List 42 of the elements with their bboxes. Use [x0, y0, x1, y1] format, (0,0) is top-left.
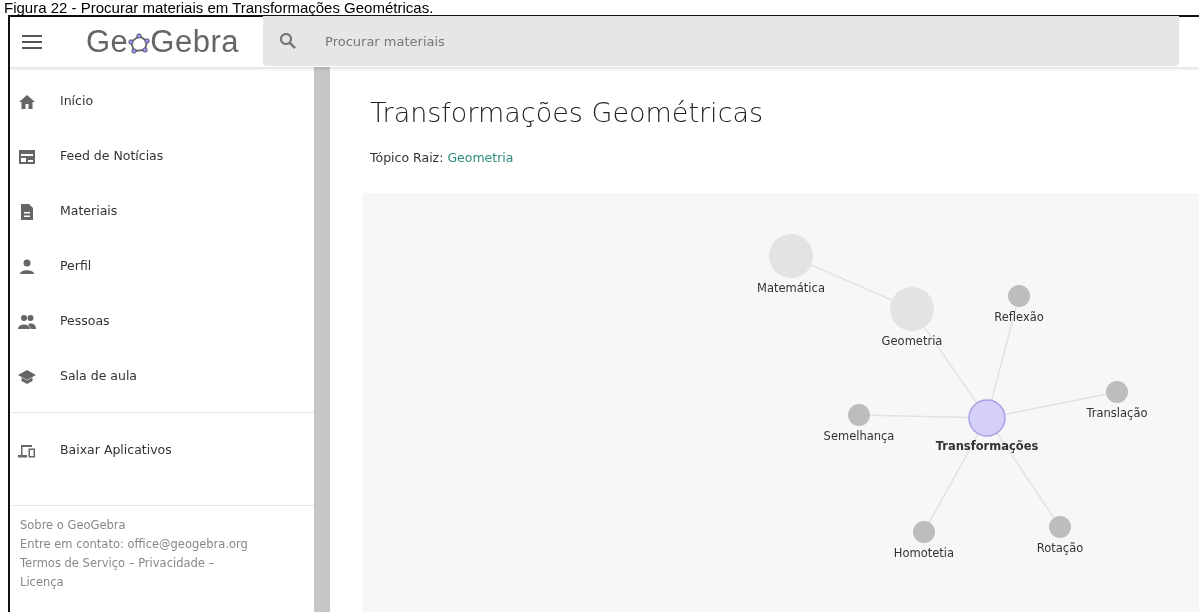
sidebar-item[interactable]: Sala de aula	[10, 349, 314, 404]
newspaper-icon	[18, 147, 36, 166]
about-link[interactable]: Sobre o GeoGebra	[20, 518, 126, 532]
topic-node[interactable]	[848, 403, 870, 426]
page-title: Transformações Geométricas	[370, 96, 765, 130]
sidebar-item[interactable]: Início	[10, 74, 314, 129]
sidebar-item[interactable]: Baixar Aplicativos	[10, 423, 314, 478]
search-field[interactable]: Procurar materiais	[263, 16, 1179, 66]
separator-dash: –	[128, 556, 135, 570]
topic-label[interactable]: Transformações	[935, 438, 1039, 453]
topic-label[interactable]: Translação	[1086, 405, 1148, 420]
app-logo[interactable]: Ge Gebra	[86, 18, 240, 66]
topic-node[interactable]	[968, 399, 1006, 437]
topic-node[interactable]	[1106, 380, 1128, 403]
footer-link[interactable]: Licença	[20, 573, 314, 592]
sidebar-item[interactable]: Pessoas	[10, 294, 314, 349]
menu-icon[interactable]	[22, 34, 44, 50]
footer-link[interactable]: Privacidade	[138, 556, 205, 570]
topic-label[interactable]: Homotetia	[893, 545, 955, 560]
person-icon	[18, 257, 36, 276]
separator-dash: –	[208, 556, 215, 570]
topic-label[interactable]: Reflexão	[994, 309, 1044, 324]
document-icon	[18, 202, 36, 221]
sidebar-item[interactable]: Feed de Notícias	[10, 129, 314, 184]
graduation-cap-icon	[18, 367, 36, 386]
people-icon	[18, 312, 36, 331]
topic-node[interactable]	[913, 520, 935, 543]
sidebar-item[interactable]: Materiais	[10, 184, 314, 239]
topic-label[interactable]: Geometria	[881, 333, 943, 348]
root-topic-label: Tópico Raiz:	[370, 150, 444, 165]
topic-node[interactable]	[1008, 284, 1030, 307]
contact-link[interactable]: Entre em contato: office@geogebra.org	[20, 537, 248, 551]
root-topic-link[interactable]: Geometria	[447, 150, 514, 165]
topic-label[interactable]: Matemática	[757, 280, 825, 295]
scrollbar[interactable]	[314, 67, 330, 612]
sidebar-item[interactable]: Perfil	[10, 239, 314, 294]
footer-link[interactable]: Termos de Serviço	[20, 556, 126, 570]
topic-label[interactable]: Semelhança	[823, 428, 895, 443]
home-icon	[18, 92, 36, 111]
topic-node[interactable]	[1049, 515, 1071, 538]
topic-label[interactable]: Rotação	[1036, 540, 1084, 555]
figure-caption: Figura 22 - Procurar materiais em Transformações Geométricas.	[3, 0, 435, 15]
